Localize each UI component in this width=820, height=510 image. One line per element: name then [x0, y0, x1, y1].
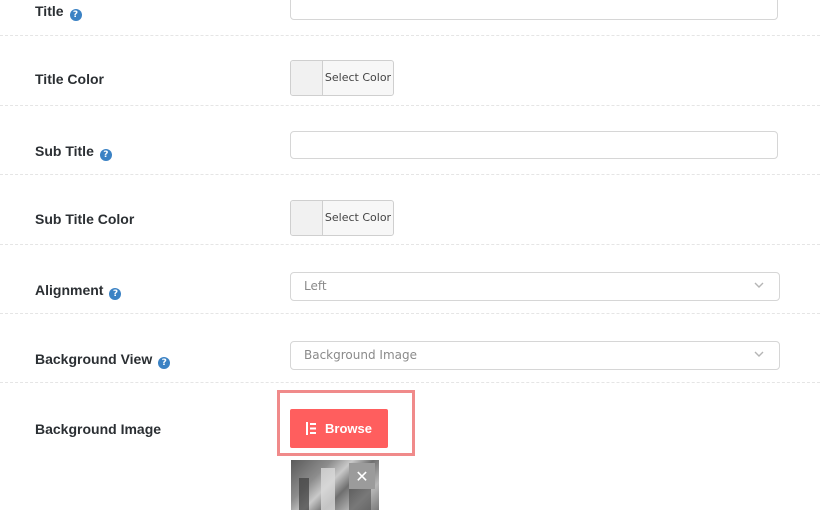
chevron-down-icon [754, 351, 764, 357]
color-swatch[interactable] [291, 61, 323, 95]
title-input[interactable] [290, 0, 778, 20]
question-circle-icon[interactable]: ? [109, 288, 122, 300]
alignment-row: Alignment? Left [0, 244, 820, 314]
list-icon [306, 422, 317, 435]
title-color-picker[interactable]: Select Color [290, 60, 394, 96]
question-circle-icon[interactable]: ? [99, 149, 112, 161]
title-color-row: Title Color Select Color [0, 35, 820, 106]
chevron-down-icon [754, 282, 764, 288]
background-image-label: Background Image [35, 421, 162, 437]
thumbnail-detail [321, 468, 335, 510]
browse-label: Browse [325, 421, 372, 436]
background-view-select[interactable]: Background Image [290, 341, 780, 370]
sub-title-input[interactable] [290, 131, 778, 159]
question-circle-icon[interactable]: ? [69, 9, 82, 21]
browse-button[interactable]: Browse [290, 409, 388, 448]
sub-title-color-row: Sub Title Color Select Color [0, 174, 820, 245]
select-color-button[interactable]: Select Color [323, 201, 393, 235]
alignment-select[interactable]: Left [290, 272, 780, 301]
alignment-selected-value: Left [304, 279, 327, 293]
sub-title-color-label: Sub Title Color [35, 211, 135, 227]
alignment-label: Alignment? [35, 282, 122, 300]
sub-title-label: Sub Title? [35, 143, 112, 161]
close-icon[interactable]: ✕ [349, 463, 375, 489]
thumbnail-detail [299, 478, 309, 510]
color-swatch[interactable] [291, 201, 323, 235]
select-color-button[interactable]: Select Color [323, 61, 393, 95]
question-circle-icon[interactable]: ? [158, 357, 171, 369]
title-label: Title? [35, 3, 82, 21]
background-view-row: Background View? Background Image [0, 313, 820, 383]
sub-title-row: Sub Title? [0, 105, 820, 175]
background-view-selected-value: Background Image [304, 348, 417, 362]
background-view-label: Background View? [35, 351, 171, 369]
title-color-label: Title Color [35, 71, 104, 87]
title-row: Title? [0, 0, 820, 36]
sub-title-color-picker[interactable]: Select Color [290, 200, 394, 236]
